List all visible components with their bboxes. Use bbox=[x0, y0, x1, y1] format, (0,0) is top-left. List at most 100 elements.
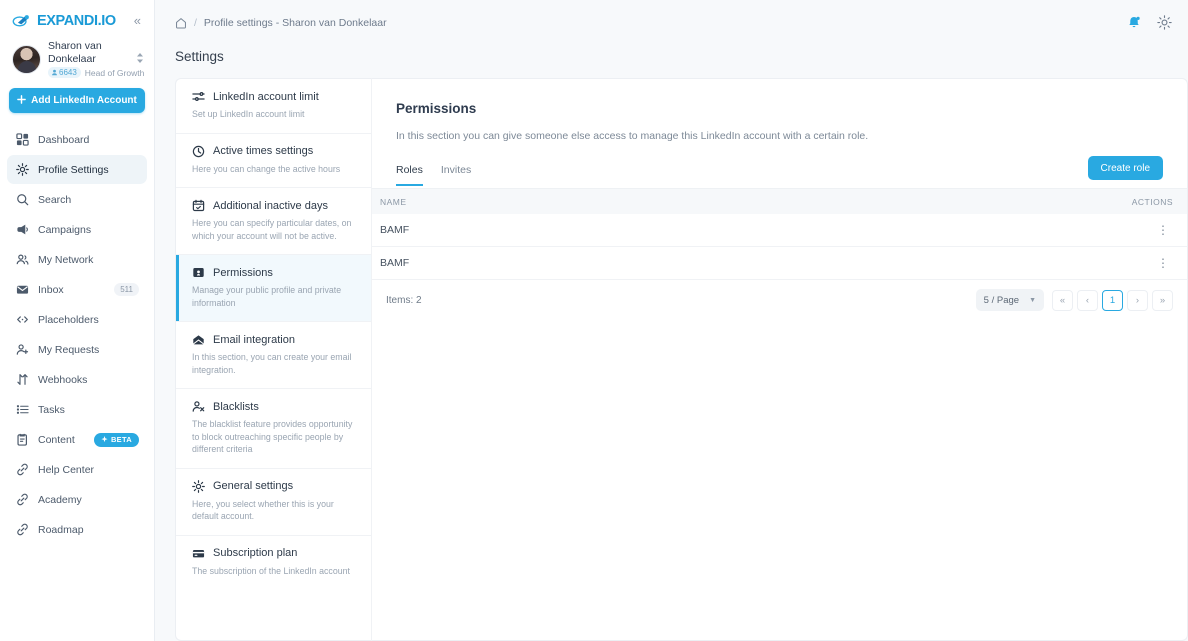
sidebar-item-academy[interactable]: Academy bbox=[7, 485, 147, 514]
dashboard-grid-icon bbox=[15, 133, 29, 147]
settings-item-head: General settings bbox=[192, 480, 357, 493]
tab-invites[interactable]: Invites bbox=[441, 164, 471, 186]
list-icon bbox=[15, 403, 29, 417]
settings-item-head: Permissions bbox=[192, 266, 357, 279]
table-row[interactable]: BAMF ⋮ bbox=[372, 247, 1187, 280]
gear-icon bbox=[192, 480, 205, 493]
card-icon bbox=[192, 547, 205, 560]
sidebar-item-label: Inbox bbox=[38, 284, 105, 296]
bell-icon[interactable] bbox=[1126, 15, 1142, 31]
topbar: / Profile settings - Sharon van Donkelaa… bbox=[155, 0, 1188, 45]
prev-page-button[interactable]: ‹ bbox=[1077, 290, 1098, 311]
profile-switcher[interactable]: Sharon van Donkelaar 6643 Head of Growth bbox=[0, 35, 154, 86]
next-page-button[interactable]: › bbox=[1127, 290, 1148, 311]
sidebar-item-help-center[interactable]: Help Center bbox=[7, 455, 147, 484]
sparkle-icon bbox=[101, 436, 108, 443]
sidebar-item-roadmap[interactable]: Roadmap bbox=[7, 515, 147, 544]
sidebar-item-label: Webhooks bbox=[38, 374, 139, 386]
link-icon bbox=[15, 523, 29, 537]
sidebar-nav: Dashboard Profile Settings Search Campai… bbox=[0, 125, 154, 544]
content-area: LinkedIn account limit Set up LinkedIn a… bbox=[155, 78, 1188, 641]
table-row[interactable]: BAMF ⋮ bbox=[372, 214, 1187, 247]
settings-item-desc: Manage your public profile and private i… bbox=[192, 284, 357, 309]
settings-item-email-integration[interactable]: Email integration In this section, you c… bbox=[176, 322, 371, 389]
chevron-up-down-icon[interactable] bbox=[136, 52, 144, 66]
sidebar-item-label: Campaigns bbox=[38, 224, 139, 236]
settings-item-head: LinkedIn account limit bbox=[192, 90, 357, 103]
settings-item-subscription-plan[interactable]: Subscription plan The subscription of th… bbox=[176, 536, 371, 590]
breadcrumb: / Profile settings - Sharon van Donkelaa… bbox=[175, 17, 387, 29]
sidebar-item-my-requests[interactable]: My Requests bbox=[7, 335, 147, 364]
sidebar-item-content[interactable]: Content BETA bbox=[7, 425, 147, 454]
settings-item-desc: Here, you select whether this is your de… bbox=[192, 498, 357, 523]
settings-item-active-times-settings[interactable]: Active times settings Here you can chang… bbox=[176, 134, 371, 189]
last-page-button[interactable]: » bbox=[1152, 290, 1173, 311]
sidebar-item-label: Tasks bbox=[38, 404, 139, 416]
megaphone-icon bbox=[15, 223, 29, 237]
sidebar-item-inbox[interactable]: Inbox 511 bbox=[7, 275, 147, 304]
page-header: Settings bbox=[155, 45, 1188, 78]
page-1-button[interactable]: 1 bbox=[1102, 290, 1123, 311]
settings-item-blacklists[interactable]: Blacklists The blacklist feature provide… bbox=[176, 389, 371, 469]
settings-menu: LinkedIn account limit Set up LinkedIn a… bbox=[175, 78, 371, 641]
kebab-menu-icon[interactable]: ⋮ bbox=[1153, 257, 1173, 269]
sidebar-item-label: Help Center bbox=[38, 464, 139, 476]
tab-roles[interactable]: Roles bbox=[396, 164, 423, 186]
items-count: Items: 2 bbox=[386, 295, 422, 306]
sidebar-item-profile-settings[interactable]: Profile Settings bbox=[7, 155, 147, 184]
person-block-icon bbox=[192, 400, 205, 413]
settings-item-desc: In this section, you can create your ema… bbox=[192, 351, 357, 376]
sidebar-item-placeholders[interactable]: Placeholders bbox=[7, 305, 147, 334]
add-linkedin-account-label: Add LinkedIn Account bbox=[31, 95, 137, 106]
kebab-menu-icon[interactable]: ⋮ bbox=[1153, 224, 1173, 236]
inbox-unread-count: 511 bbox=[114, 283, 139, 296]
sidebar-item-dashboard[interactable]: Dashboard bbox=[7, 125, 147, 154]
topbar-actions bbox=[1126, 15, 1172, 31]
sliders-icon bbox=[192, 90, 205, 103]
profile-name: Sharon van Donkelaar bbox=[48, 40, 129, 66]
sun-icon[interactable] bbox=[1157, 15, 1172, 30]
settings-item-additional-inactive-days[interactable]: Additional inactive days Here you can sp… bbox=[176, 188, 371, 255]
link-icon bbox=[15, 493, 29, 507]
first-page-button[interactable]: « bbox=[1052, 290, 1073, 311]
arrows-updown-icon bbox=[15, 373, 29, 387]
settings-item-general-settings[interactable]: General settings Here, you select whethe… bbox=[176, 469, 371, 536]
chevron-down-icon: ▼ bbox=[1029, 297, 1036, 304]
settings-item-title: Active times settings bbox=[213, 145, 313, 157]
settings-item-head: Email integration bbox=[192, 333, 357, 346]
sidebar-item-campaigns[interactable]: Campaigns bbox=[7, 215, 147, 244]
profile-connections-badge: 6643 bbox=[48, 67, 81, 78]
chevron-double-left-icon[interactable]: « bbox=[131, 12, 144, 29]
tabs-row: Roles Invites Create role bbox=[396, 156, 1163, 186]
home-icon[interactable] bbox=[175, 17, 187, 29]
breadcrumb-current: Profile settings - Sharon van Donkelaar bbox=[204, 17, 387, 29]
permissions-panel: Permissions In this section you can give… bbox=[371, 78, 1188, 641]
settings-item-permissions[interactable]: Permissions Manage your public profile a… bbox=[176, 255, 371, 322]
create-role-button[interactable]: Create role bbox=[1088, 156, 1163, 180]
profile-role: Head of Growth bbox=[85, 68, 145, 78]
rocket-logo-icon bbox=[12, 13, 34, 29]
sidebar-item-my-network[interactable]: My Network bbox=[7, 245, 147, 274]
main-region: / Profile settings - Sharon van Donkelaa… bbox=[155, 0, 1188, 641]
sidebar-item-label: Content bbox=[38, 434, 85, 446]
sidebar-item-webhooks[interactable]: Webhooks bbox=[7, 365, 147, 394]
permissions-title: Permissions bbox=[396, 101, 1163, 116]
lock-badge-icon bbox=[192, 266, 205, 279]
per-page-select[interactable]: 5 / Page ▼ bbox=[976, 289, 1044, 311]
sidebar-item-label: Roadmap bbox=[38, 524, 139, 536]
profile-info: Sharon van Donkelaar 6643 Head of Growth bbox=[48, 40, 129, 78]
profile-meta: 6643 Head of Growth bbox=[48, 67, 129, 78]
clock-icon bbox=[192, 145, 205, 158]
sidebar-item-label: Profile Settings bbox=[38, 164, 139, 176]
brand-name: EXPANDI.IO bbox=[37, 13, 116, 29]
add-linkedin-account-button[interactable]: Add LinkedIn Account bbox=[9, 88, 145, 113]
brand-logo[interactable]: EXPANDI.IO bbox=[12, 13, 116, 29]
settings-item-head: Blacklists bbox=[192, 400, 357, 413]
sidebar-item-tasks[interactable]: Tasks bbox=[7, 395, 147, 424]
settings-item-linkedin-account-limit[interactable]: LinkedIn account limit Set up LinkedIn a… bbox=[176, 79, 371, 134]
settings-item-head: Additional inactive days bbox=[192, 199, 357, 212]
settings-item-desc: The blacklist feature provides opportuni… bbox=[192, 418, 357, 456]
sidebar-item-search[interactable]: Search bbox=[7, 185, 147, 214]
content-beta-label: BETA bbox=[111, 435, 132, 444]
link-icon bbox=[15, 463, 29, 477]
